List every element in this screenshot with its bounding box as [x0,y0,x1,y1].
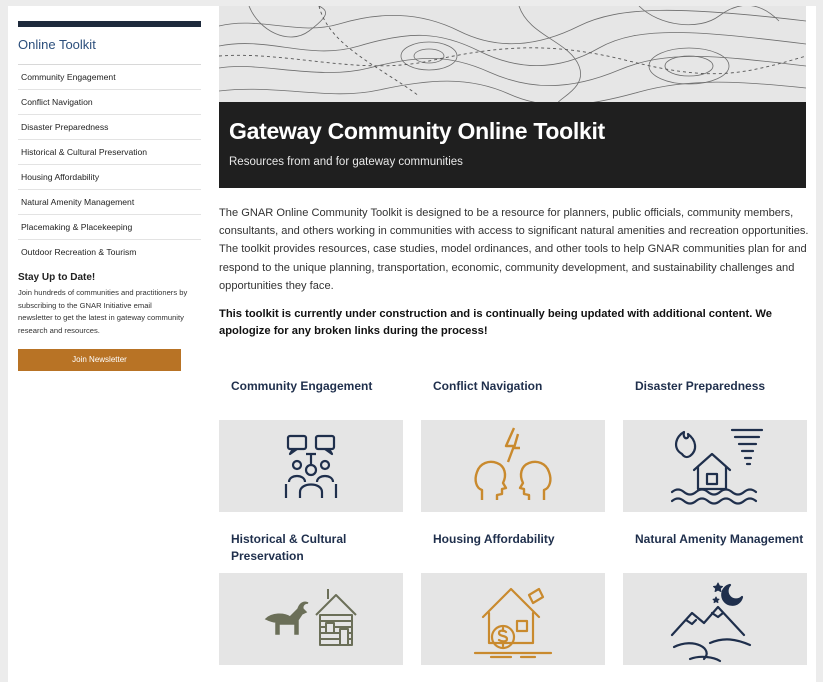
join-newsletter-button[interactable]: Join Newsletter [18,349,181,371]
sidebar-item-conflict-navigation[interactable]: Conflict Navigation [18,90,201,115]
hero-title-band: Gateway Community Online Toolkit Resourc… [219,102,806,188]
card-community-engagement[interactable]: Community Engagement [219,378,403,512]
page-title: Gateway Community Online Toolkit [229,118,605,144]
newsletter-description: Join hundreds of communities and practit… [18,288,188,335]
card-title[interactable]: Community Engagement [219,378,403,412]
mountain-moon-icon [670,582,752,663]
card-title[interactable]: Conflict Navigation [421,378,605,412]
page-frame: Online Toolkit Community Engagement Conf… [8,6,816,682]
sidebar-item-placemaking[interactable]: Placemaking & Placekeeping [18,215,201,240]
topographic-map-background [219,6,806,106]
hero-banner: Gateway Community Online Toolkit Resourc… [219,6,806,188]
sidebar-item-housing-affordability[interactable]: Housing Affordability [18,165,201,190]
disaster-house-icon [670,428,764,505]
sidebar-nav: Community Engagement Conflict Navigation… [18,65,201,264]
sidebar: Online Toolkit Community Engagement Conf… [18,21,201,371]
page-subtitle: Resources from and for gateway communiti… [229,156,463,168]
card-housing-affordability[interactable]: Housing Affordability [421,531,605,665]
card-image[interactable] [421,420,605,512]
sidebar-title-link[interactable]: Online Toolkit [18,27,201,65]
card-image[interactable] [623,420,807,512]
goat-cabin-icon [264,589,357,646]
card-image[interactable] [219,420,403,512]
construction-notice: This toolkit is currently under construc… [219,308,772,337]
card-title[interactable]: Disaster Preparedness [623,378,807,412]
sidebar-item-outdoor-recreation[interactable]: Outdoor Recreation & Tourism [18,240,201,264]
sidebar-item-historical-cultural-preservation[interactable]: Historical & Cultural Preservation [18,140,201,165]
card-image[interactable] [421,573,605,665]
sidebar-item-community-engagement[interactable]: Community Engagement [18,65,201,90]
card-natural-amenity-management[interactable]: Natural Amenity Management [623,531,807,665]
card-image[interactable] [219,573,403,665]
card-title[interactable]: Housing Affordability [421,531,605,565]
card-title[interactable]: Natural Amenity Management [623,531,807,565]
card-disaster-preparedness[interactable]: Disaster Preparedness [623,378,807,512]
card-image[interactable] [623,573,807,665]
sidebar-item-natural-amenity-management[interactable]: Natural Amenity Management [18,190,201,215]
conflict-heads-icon [474,427,552,500]
card-title[interactable]: Historical & Cultural Preservation [219,531,403,565]
intro-paragraph: The GNAR Online Community Toolkit is des… [219,207,809,292]
sidebar-item-disaster-preparedness[interactable]: Disaster Preparedness [18,115,201,140]
card-conflict-navigation[interactable]: Conflict Navigation [421,378,605,512]
people-network-icon [284,434,338,498]
newsletter-heading: Stay Up to Date! [18,272,96,283]
card-historical-cultural-preservation[interactable]: Historical & Cultural Preservation [219,531,403,665]
house-money-icon [473,587,553,659]
